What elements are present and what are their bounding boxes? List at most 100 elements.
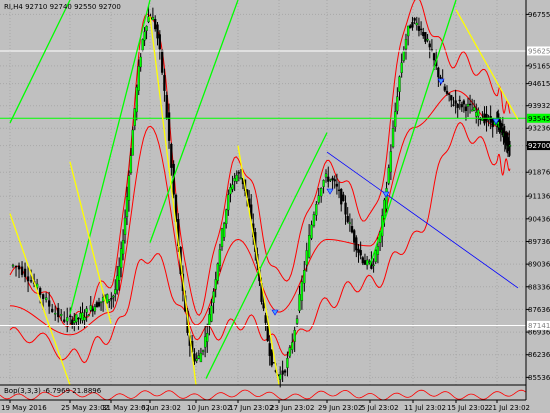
candle-down	[468, 103, 472, 106]
candle-down	[340, 189, 343, 205]
candle-up	[322, 180, 325, 187]
candle-up	[83, 317, 86, 321]
candle-up	[66, 317, 69, 322]
chart-window: 96755 95165 94615 93932 93236 92700 91876 91136…	[0, 0, 550, 413]
price-tick-label: 93932	[528, 102, 550, 110]
candle-down	[41, 294, 45, 299]
candle-up	[475, 112, 478, 117]
candle-up	[317, 195, 320, 203]
candle-up	[195, 358, 198, 361]
candle-up	[279, 374, 282, 380]
time-tick-label: 29 Jun 23:02	[318, 404, 362, 412]
candle-up	[218, 249, 222, 266]
candle-up	[329, 179, 332, 181]
candle-up	[415, 22, 418, 26]
time-tick-label: 6 Jun 23:02	[141, 404, 181, 412]
candle-down	[464, 106, 468, 112]
candle-down	[452, 104, 455, 106]
candle-up	[147, 16, 150, 23]
candle-up	[143, 31, 146, 41]
candle-up	[305, 250, 308, 266]
candle-up	[222, 223, 226, 238]
candle-down	[422, 31, 425, 37]
candle-down	[450, 95, 453, 101]
candle-up	[108, 299, 111, 302]
candle-down	[361, 257, 364, 264]
candle-down	[38, 288, 42, 295]
candle-up	[133, 108, 136, 126]
candle-down	[281, 370, 284, 375]
time-tick-label: 17 Jun 23:02	[229, 404, 273, 412]
candle-down	[458, 99, 461, 102]
candle-down	[167, 112, 171, 141]
candle-up	[303, 270, 306, 284]
candle-down	[417, 26, 421, 31]
candle-up	[402, 51, 405, 61]
candle-down	[411, 22, 414, 28]
time-tick-label: 15 Jul 23:02	[447, 404, 489, 412]
candle-up	[376, 246, 380, 255]
candle-down	[193, 353, 196, 362]
candle-down	[29, 280, 33, 282]
time-tick-label: 23 Jun 23:02	[270, 404, 314, 412]
candle-down	[270, 349, 273, 366]
price-marker-label: 95625	[528, 47, 550, 55]
candle-up	[293, 330, 296, 342]
candle-down	[163, 75, 166, 91]
candle-down	[428, 43, 431, 48]
candle-down	[170, 144, 173, 168]
candle-down	[63, 319, 66, 322]
candle-down	[77, 317, 80, 320]
candle-up	[391, 127, 395, 148]
candle-up	[141, 39, 144, 51]
candle-up	[291, 342, 294, 350]
candle-down	[237, 172, 241, 174]
candle-down	[165, 94, 168, 119]
candle-down	[327, 176, 330, 182]
candle-up	[368, 261, 371, 263]
candle-up	[197, 355, 200, 359]
price-marker-label: 87141	[528, 322, 550, 330]
candle-up	[45, 297, 48, 300]
candle-up	[295, 318, 299, 324]
candle-up	[477, 109, 480, 117]
candle-up	[239, 177, 243, 179]
candle-down	[432, 53, 436, 61]
candle-down	[69, 315, 72, 318]
candle-down	[283, 370, 287, 373]
candle-down	[454, 100, 457, 104]
candle-down	[333, 179, 336, 182]
candle-up	[385, 188, 388, 209]
candle-up	[75, 314, 78, 323]
candle-up	[89, 305, 92, 311]
candle-up	[389, 151, 393, 173]
candle-up	[298, 294, 301, 311]
candle-down	[437, 67, 440, 78]
candle-down	[344, 202, 347, 215]
candle-up	[231, 184, 234, 190]
candle-down	[456, 104, 459, 108]
candle-up	[394, 111, 397, 128]
candle-down	[14, 266, 18, 268]
candle-up	[233, 178, 236, 182]
candle-down	[17, 265, 21, 270]
candle-down	[337, 189, 341, 192]
price-tick-label: 87636	[528, 306, 550, 314]
candle-down	[262, 302, 265, 309]
candle-up	[93, 306, 97, 312]
price-tick-label: 88336	[528, 283, 550, 291]
candle-up	[129, 155, 133, 174]
price-marker-label: 92700	[528, 142, 550, 150]
candle-up	[216, 263, 219, 281]
candle-down	[460, 104, 463, 108]
candle-up	[54, 313, 57, 315]
candle-down	[158, 34, 161, 50]
symbol-header: RI,H4 92710 92740 92550 92700	[4, 3, 121, 11]
candle-down	[264, 315, 267, 323]
price-tick-label: 86236	[528, 351, 550, 359]
candle-up	[79, 313, 82, 319]
candle-down	[448, 93, 451, 95]
candle-up	[312, 214, 316, 226]
candle-up	[387, 167, 390, 184]
price-chart[interactable]: 96755 95165 94615 93932 93236 92700 91876 91136…	[0, 0, 550, 413]
